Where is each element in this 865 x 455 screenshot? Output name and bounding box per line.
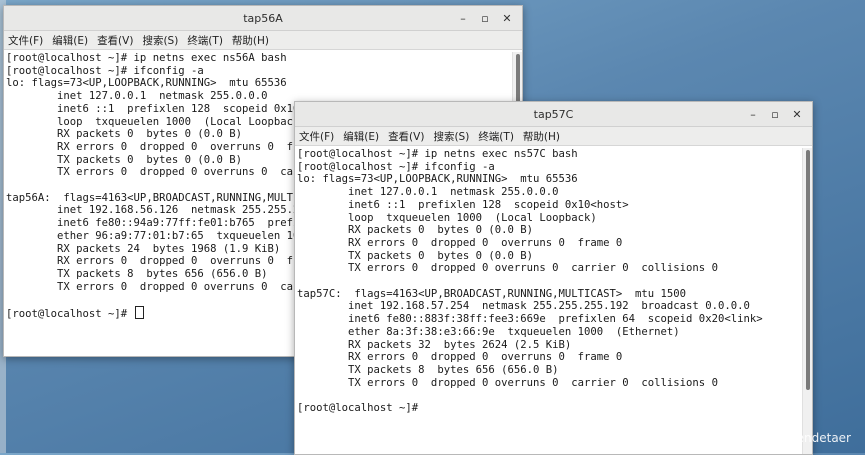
terminal-line: lo: flags=73<UP,LOOPBACK,RUNNING> mtu 65… xyxy=(6,77,287,90)
minimize-icon[interactable]: – xyxy=(742,104,764,124)
terminal-line: TX packets 0 bytes 0 (0.0 B) xyxy=(297,249,533,262)
terminal-line: loop txqueuelen 1000 (Local Loopback) xyxy=(297,211,597,224)
terminal-line: lo: flags=73<UP,LOOPBACK,RUNNING> mtu 65… xyxy=(297,173,578,186)
terminal-line: [root@localhost ~]# ifconfig -a xyxy=(297,160,495,173)
close-icon[interactable]: ✕ xyxy=(496,8,518,28)
menu-edit[interactable]: 编辑(E) xyxy=(52,33,88,48)
terminal-line: TX packets 8 bytes 656 (656.0 B) xyxy=(297,363,559,376)
terminal-line: [root@localhost ~]# ip netns exec ns56A … xyxy=(6,52,287,64)
terminal-line: RX errors 0 dropped 0 overruns 0 frame 0 xyxy=(297,351,623,364)
terminal-line: tap57C: flags=4163<UP,BROADCAST,RUNNING,… xyxy=(297,287,687,300)
terminal-line: TX errors 0 dropped 0 overruns 0 carrier… xyxy=(297,376,718,389)
terminal-output[interactable]: [root@localhost ~]# ip netns exec ns57C … xyxy=(295,148,802,454)
title-bar[interactable]: tap57C – ▫ ✕ xyxy=(295,102,812,127)
maximize-icon[interactable]: ▫ xyxy=(764,104,786,124)
menu-search[interactable]: 搜索(S) xyxy=(433,129,469,144)
maximize-icon[interactable]: ▫ xyxy=(474,8,496,28)
minimize-icon[interactable]: – xyxy=(452,8,474,28)
terminal-line: RX packets 0 bytes 0 (0.0 B) xyxy=(297,224,533,237)
window-controls: – ▫ ✕ xyxy=(452,6,518,30)
terminal-line: ether 8a:3f:38:e3:66:9e txqueuelen 1000 … xyxy=(297,325,680,338)
window-title: tap56A xyxy=(243,11,283,25)
window-title: tap57C xyxy=(533,107,574,121)
title-bar[interactable]: tap56A – ▫ ✕ xyxy=(4,6,522,31)
menu-help[interactable]: 帮助(H) xyxy=(523,129,560,144)
menu-help[interactable]: 帮助(H) xyxy=(232,33,269,48)
menu-search[interactable]: 搜索(S) xyxy=(142,33,178,48)
menu-bar: 文件(F) 编辑(E) 查看(V) 搜索(S) 终端(T) 帮助(H) xyxy=(295,127,812,146)
window-controls: – ▫ ✕ xyxy=(742,102,808,126)
scrollbar[interactable] xyxy=(802,148,812,454)
menu-terminal[interactable]: 终端(T) xyxy=(187,33,223,48)
terminal-line: RX packets 32 bytes 2624 (2.5 KiB) xyxy=(297,338,572,351)
menu-file[interactable]: 文件(F) xyxy=(8,33,43,48)
terminal-line: [root@localhost ~]# ifconfig -a xyxy=(6,64,204,77)
terminal-line: [root@localhost ~]# xyxy=(297,402,419,415)
menu-view[interactable]: 查看(V) xyxy=(388,129,424,144)
terminal-line: TX errors 0 dropped 0 overruns 0 carrier… xyxy=(297,262,718,275)
terminal-line: inet 192.168.57.254 netmask 255.255.255.… xyxy=(297,300,750,313)
close-icon[interactable]: ✕ xyxy=(786,104,808,124)
watermark: CSDN @wendetaer xyxy=(736,431,851,445)
menu-file[interactable]: 文件(F) xyxy=(299,129,334,144)
terminal-line: RX errors 0 dropped 0 overruns 0 frame 0 xyxy=(297,236,623,249)
terminal-line: inet6 fe80::883f:38ff:fee3:669e prefixle… xyxy=(297,313,763,326)
menu-bar: 文件(F) 编辑(E) 查看(V) 搜索(S) 终端(T) 帮助(H) xyxy=(4,31,522,50)
menu-edit[interactable]: 编辑(E) xyxy=(343,129,379,144)
terminal-line: inet 127.0.0.1 netmask 255.0.0.0 xyxy=(297,186,559,199)
menu-view[interactable]: 查看(V) xyxy=(97,33,133,48)
terminal-line: inet6 ::1 prefixlen 128 scopeid 0x10<hos… xyxy=(297,198,629,211)
terminal-line: [root@localhost ~]# ip netns exec ns57C … xyxy=(297,148,578,160)
scrollbar-thumb[interactable] xyxy=(806,150,810,390)
menu-terminal[interactable]: 终端(T) xyxy=(478,129,514,144)
text-cursor xyxy=(134,306,144,320)
terminal-window-tap57c[interactable]: tap57C – ▫ ✕ 文件(F) 编辑(E) 查看(V) 搜索(S) 终端(… xyxy=(294,101,813,455)
